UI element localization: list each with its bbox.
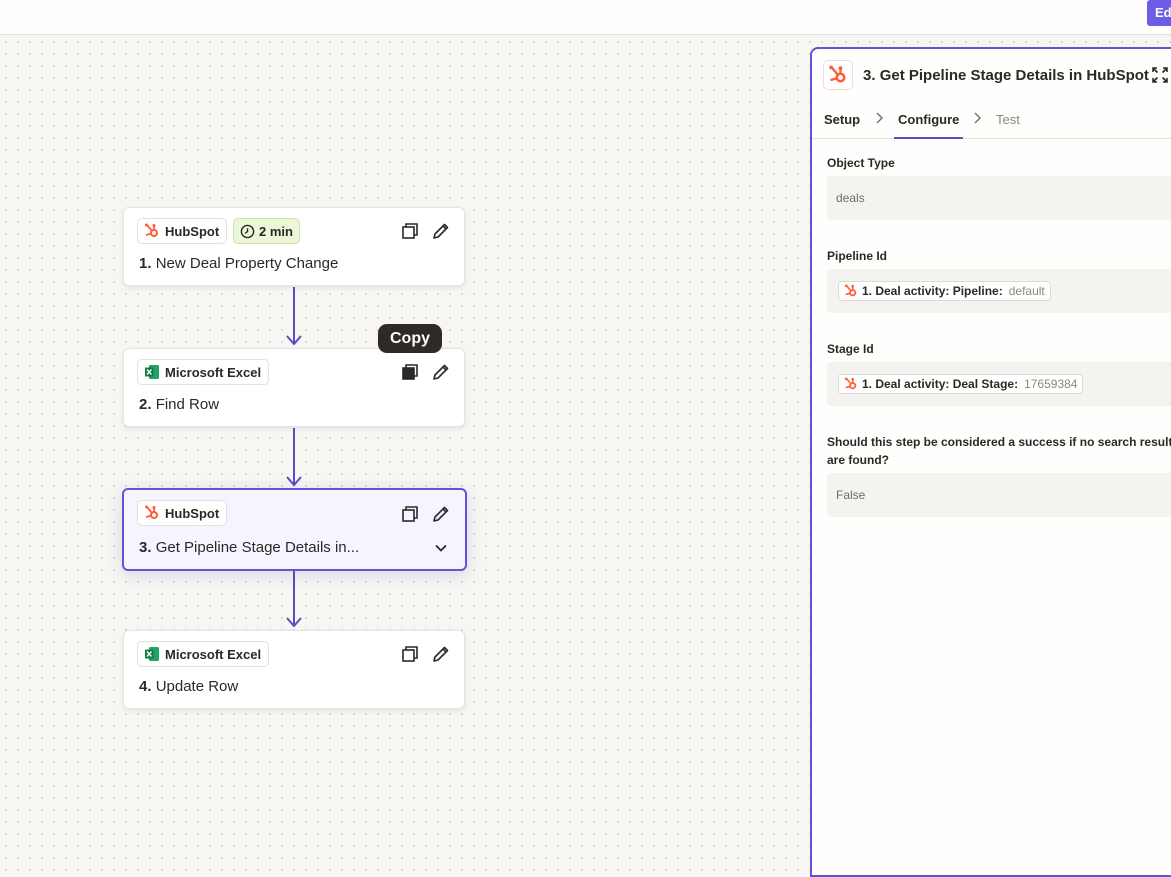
panel-title: 3. Get Pipeline Stage Details in HubSpot [863, 67, 1149, 84]
app-name: HubSpot [165, 505, 220, 521]
copy-icon[interactable] [400, 221, 420, 241]
top-bar: Edit [0, 0, 1171, 35]
pill-value: default [1008, 284, 1045, 298]
pencil-icon[interactable] [431, 504, 451, 524]
pill-value: 17659384 [1024, 377, 1078, 391]
copy-tooltip: Copy [378, 324, 442, 353]
success-if-none-field[interactable]: False [827, 473, 1171, 517]
tab-setup[interactable]: Setup [824, 112, 860, 127]
mapped-value-pill[interactable]: 1. Deal activity: Deal Stage: 17659384 [838, 374, 1084, 394]
step-card-2[interactable]: Microsoft Excel 2. Find Row [123, 348, 465, 427]
tab-test[interactable]: Test [996, 112, 1020, 127]
success-if-none-value: False [836, 488, 866, 502]
pencil-icon[interactable] [431, 221, 451, 241]
edit-button[interactable]: Edit [1147, 0, 1171, 26]
object-type-field[interactable]: deals [827, 176, 1171, 220]
mapped-value-pill[interactable]: 1. Deal activity: Pipeline: default [838, 281, 1051, 301]
object-type-value: deals [836, 191, 865, 205]
step-card-3[interactable]: HubSpot 3. Get Pipeline Stage Details in… [122, 488, 467, 571]
expand-icon[interactable] [1151, 66, 1169, 84]
pencil-icon[interactable] [431, 362, 451, 382]
excel-icon [145, 365, 159, 379]
app-badge: Microsoft Excel [137, 359, 270, 385]
app-badge: HubSpot [137, 500, 228, 526]
step-detail-panel: 3. Get Pipeline Stage Details in HubSpot… [810, 47, 1171, 877]
excel-icon [145, 647, 159, 661]
tab-configure[interactable]: Configure [893, 112, 964, 139]
arrow-down-icon [286, 476, 302, 486]
panel-tabs: Setup Configure Test [812, 105, 1171, 139]
pill-label: 1. Deal activity: Pipeline: [862, 284, 1003, 298]
object-type-label: Object Type [827, 156, 895, 170]
clock-icon [240, 224, 255, 238]
pipeline-id-label: Pipeline Id [827, 249, 888, 263]
hubspot-icon [844, 284, 857, 297]
delay-text: 2 min [259, 223, 293, 239]
hubspot-icon [829, 65, 846, 83]
chevron-right-icon [876, 112, 883, 124]
step-title: 2. Find Row [139, 396, 220, 413]
pill-label: 1. Deal activity: Deal Stage: [862, 377, 1019, 391]
app-name: Microsoft Excel [165, 646, 262, 662]
pipeline-id-field[interactable]: 1. Deal activity: Pipeline: default [827, 269, 1171, 313]
pencil-icon[interactable] [431, 644, 451, 664]
step-title: 1. New Deal Property Change [139, 255, 339, 272]
chevron-down-icon[interactable] [433, 540, 449, 556]
stage-id-label: Stage Id [827, 342, 874, 356]
app-name: HubSpot [165, 223, 220, 239]
app-badge: HubSpot [137, 218, 228, 244]
chevron-right-icon [974, 112, 981, 124]
success-if-none-label: Should this step be considered a success… [827, 435, 1171, 467]
hubspot-icon [844, 377, 857, 390]
panel-header: 3. Get Pipeline Stage Details in HubSpot [812, 49, 1171, 101]
step-card-4[interactable]: Microsoft Excel 4. Update Row [123, 630, 465, 709]
app-name: Microsoft Excel [165, 364, 262, 380]
step-card-1[interactable]: HubSpot 2 min 1. New Deal Property Chang… [123, 207, 465, 286]
arrow-down-icon [286, 617, 302, 627]
hubspot-icon [145, 505, 158, 519]
stage-id-field[interactable]: 1. Deal activity: Deal Stage: 17659384 [827, 362, 1171, 406]
app-badge: Microsoft Excel [137, 641, 270, 667]
copy-icon[interactable] [400, 644, 420, 664]
copy-icon[interactable] [400, 504, 420, 524]
step-title: 3. Get Pipeline Stage Details in... [139, 539, 360, 556]
copy-icon[interactable] [400, 362, 420, 382]
hubspot-icon [145, 223, 158, 237]
step-title: 4. Update Row [139, 678, 239, 695]
delay-badge: 2 min [233, 218, 300, 244]
arrow-down-icon [286, 335, 302, 345]
panel-app-logo [823, 60, 853, 90]
